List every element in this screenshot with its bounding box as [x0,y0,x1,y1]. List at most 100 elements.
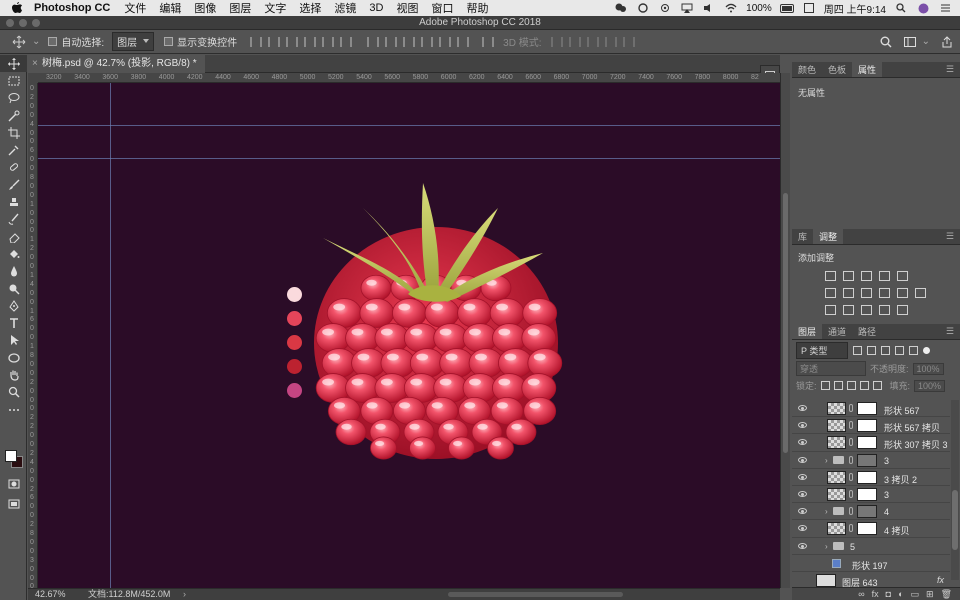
distribute-vcenter-icon[interactable] [385,36,398,47]
document-tab[interactable]: × 树梅.psd @ 42.7% (投影, RGB/8) * [28,55,205,73]
guide-horizontal[interactable] [38,158,780,159]
menu-image[interactable]: 图像 [194,0,216,16]
menu-edit[interactable]: 编辑 [159,0,181,16]
fill-input[interactable]: 100% [914,379,946,392]
layer-link-icon[interactable] [849,489,853,498]
new-layer-icon[interactable]: ⊞ [926,589,934,600]
layers-scrollbar[interactable] [951,400,959,580]
search-icon[interactable] [894,3,908,13]
tab-properties[interactable]: 属性 [852,62,883,77]
move-tool-icon[interactable] [0,55,27,73]
distribute-left-icon[interactable] [421,36,434,47]
filter-toggle-icon[interactable] [923,346,930,354]
menu-help[interactable]: 帮助 [466,0,488,16]
sync-icon[interactable] [658,3,672,13]
group-expand-chevron-icon[interactable]: › [825,456,828,465]
show-transform-checkbox[interactable] [164,37,174,46]
lock-position-icon[interactable] [846,381,856,390]
user-avatar-icon[interactable] [916,3,930,13]
distribute-right-icon[interactable] [457,36,470,47]
layer-link-icon[interactable] [849,507,853,516]
paint-bucket-tool-icon[interactable] [0,245,27,262]
menu-type[interactable]: 文字 [264,0,286,16]
menubar-clock[interactable]: 周四 上午9:14 [824,1,886,16]
clone-stamp-tool-icon[interactable] [0,193,27,210]
align-right-icon[interactable] [340,36,353,47]
horizontal-scrollbar[interactable] [448,592,623,597]
align-vcenter-icon[interactable] [268,36,281,47]
screen-mode-icon[interactable] [0,495,27,512]
move-tool-preset-icon[interactable] [12,35,26,49]
workspace-icon[interactable] [903,36,916,47]
more-tools-icon[interactable] [0,401,27,418]
color-lookup-icon[interactable] [915,288,926,298]
layer-visibility-eye-icon[interactable] [798,405,807,411]
input-source-icon[interactable] [802,3,816,13]
link-layers-icon[interactable]: ∞ [858,589,864,599]
dodge-tool-icon[interactable] [0,280,27,297]
layer-style-fx-icon[interactable]: fx [872,589,879,599]
filter-smart-object-icon[interactable] [909,345,918,355]
palette-swatch[interactable] [287,335,302,350]
menu-view[interactable]: 视图 [396,0,418,16]
quick-mask-icon[interactable] [0,475,27,492]
layer-link-icon[interactable] [849,438,853,447]
distribute-bottom-icon[interactable] [403,36,416,47]
lasso-tool-icon[interactable] [0,90,27,107]
3d-scale-icon[interactable] [622,36,635,47]
layer-row[interactable]: 4 拷贝 [792,520,950,538]
lock-image-icon[interactable] [833,381,843,390]
panel-menu-icon[interactable]: ☰ [946,62,954,77]
group-expand-chevron-icon[interactable]: › [825,507,828,516]
curves-icon[interactable] [861,271,872,281]
crop-tool-icon[interactable] [0,124,27,141]
battery-icon[interactable] [779,3,794,13]
3d-slide-icon[interactable] [604,36,617,47]
invert-icon[interactable] [825,305,836,315]
panel-menu-icon[interactable]: ☰ [946,229,954,244]
new-group-icon[interactable]: ▭ [911,589,920,600]
close-window-button[interactable] [6,19,14,27]
photo-filter-icon[interactable] [879,288,890,298]
filter-type-icon[interactable] [881,345,890,355]
workspace-chevron-icon[interactable]: ⌄ [922,36,930,47]
new-adjustment-icon[interactable]: ◐ [898,589,903,599]
align-bottom-icon[interactable] [286,36,299,47]
foreground-color-swatch[interactable] [5,450,17,462]
status-menu-arrow-icon[interactable]: › [183,589,186,600]
layer-visibility-eye-icon[interactable] [798,490,807,497]
layer-link-icon[interactable] [849,472,853,481]
layer-effects-fx-icon[interactable]: fx [937,575,944,585]
path-selection-tool-icon[interactable] [0,332,27,349]
airplay-icon[interactable] [680,3,694,13]
posterize-icon[interactable] [843,305,854,315]
layer-link-icon[interactable] [849,455,853,464]
volume-icon[interactable] [702,3,716,13]
layer-visibility-eye-icon[interactable] [798,439,807,446]
filter-adjustment-icon[interactable] [867,345,876,355]
vertical-scrollbar-thumb[interactable] [783,193,788,453]
palette-swatch[interactable] [287,359,302,374]
eraser-tool-icon[interactable] [0,228,27,245]
group-expand-chevron-icon[interactable]: › [825,542,828,551]
layer-link-icon[interactable] [849,524,853,533]
filter-pixel-icon[interactable] [853,345,862,355]
layers-scrollbar-thumb[interactable] [952,490,958,550]
align-left-icon[interactable] [304,36,317,47]
layer-row[interactable]: 形状 567 拷贝 [792,417,950,435]
layer-visibility-eye-icon[interactable] [798,422,807,429]
distribute-top-icon[interactable] [367,36,380,47]
3d-rotate-icon[interactable] [550,36,563,47]
menu-3d[interactable]: 3D [369,2,383,14]
blur-tool-icon[interactable] [0,263,27,280]
gradient-map-icon[interactable] [897,305,908,315]
zoom-tool-icon[interactable] [0,384,27,401]
selective-color-icon[interactable] [879,305,890,315]
menu-select[interactable]: 选择 [299,0,321,16]
healing-brush-tool-icon[interactable] [0,159,27,176]
menu-layer[interactable]: 图层 [229,0,251,16]
vibrance-icon[interactable] [897,271,908,281]
add-mask-icon[interactable]: ◘ [886,589,891,599]
marquee-tool-icon[interactable] [0,72,27,89]
layer-visibility-eye-icon[interactable] [798,508,807,515]
